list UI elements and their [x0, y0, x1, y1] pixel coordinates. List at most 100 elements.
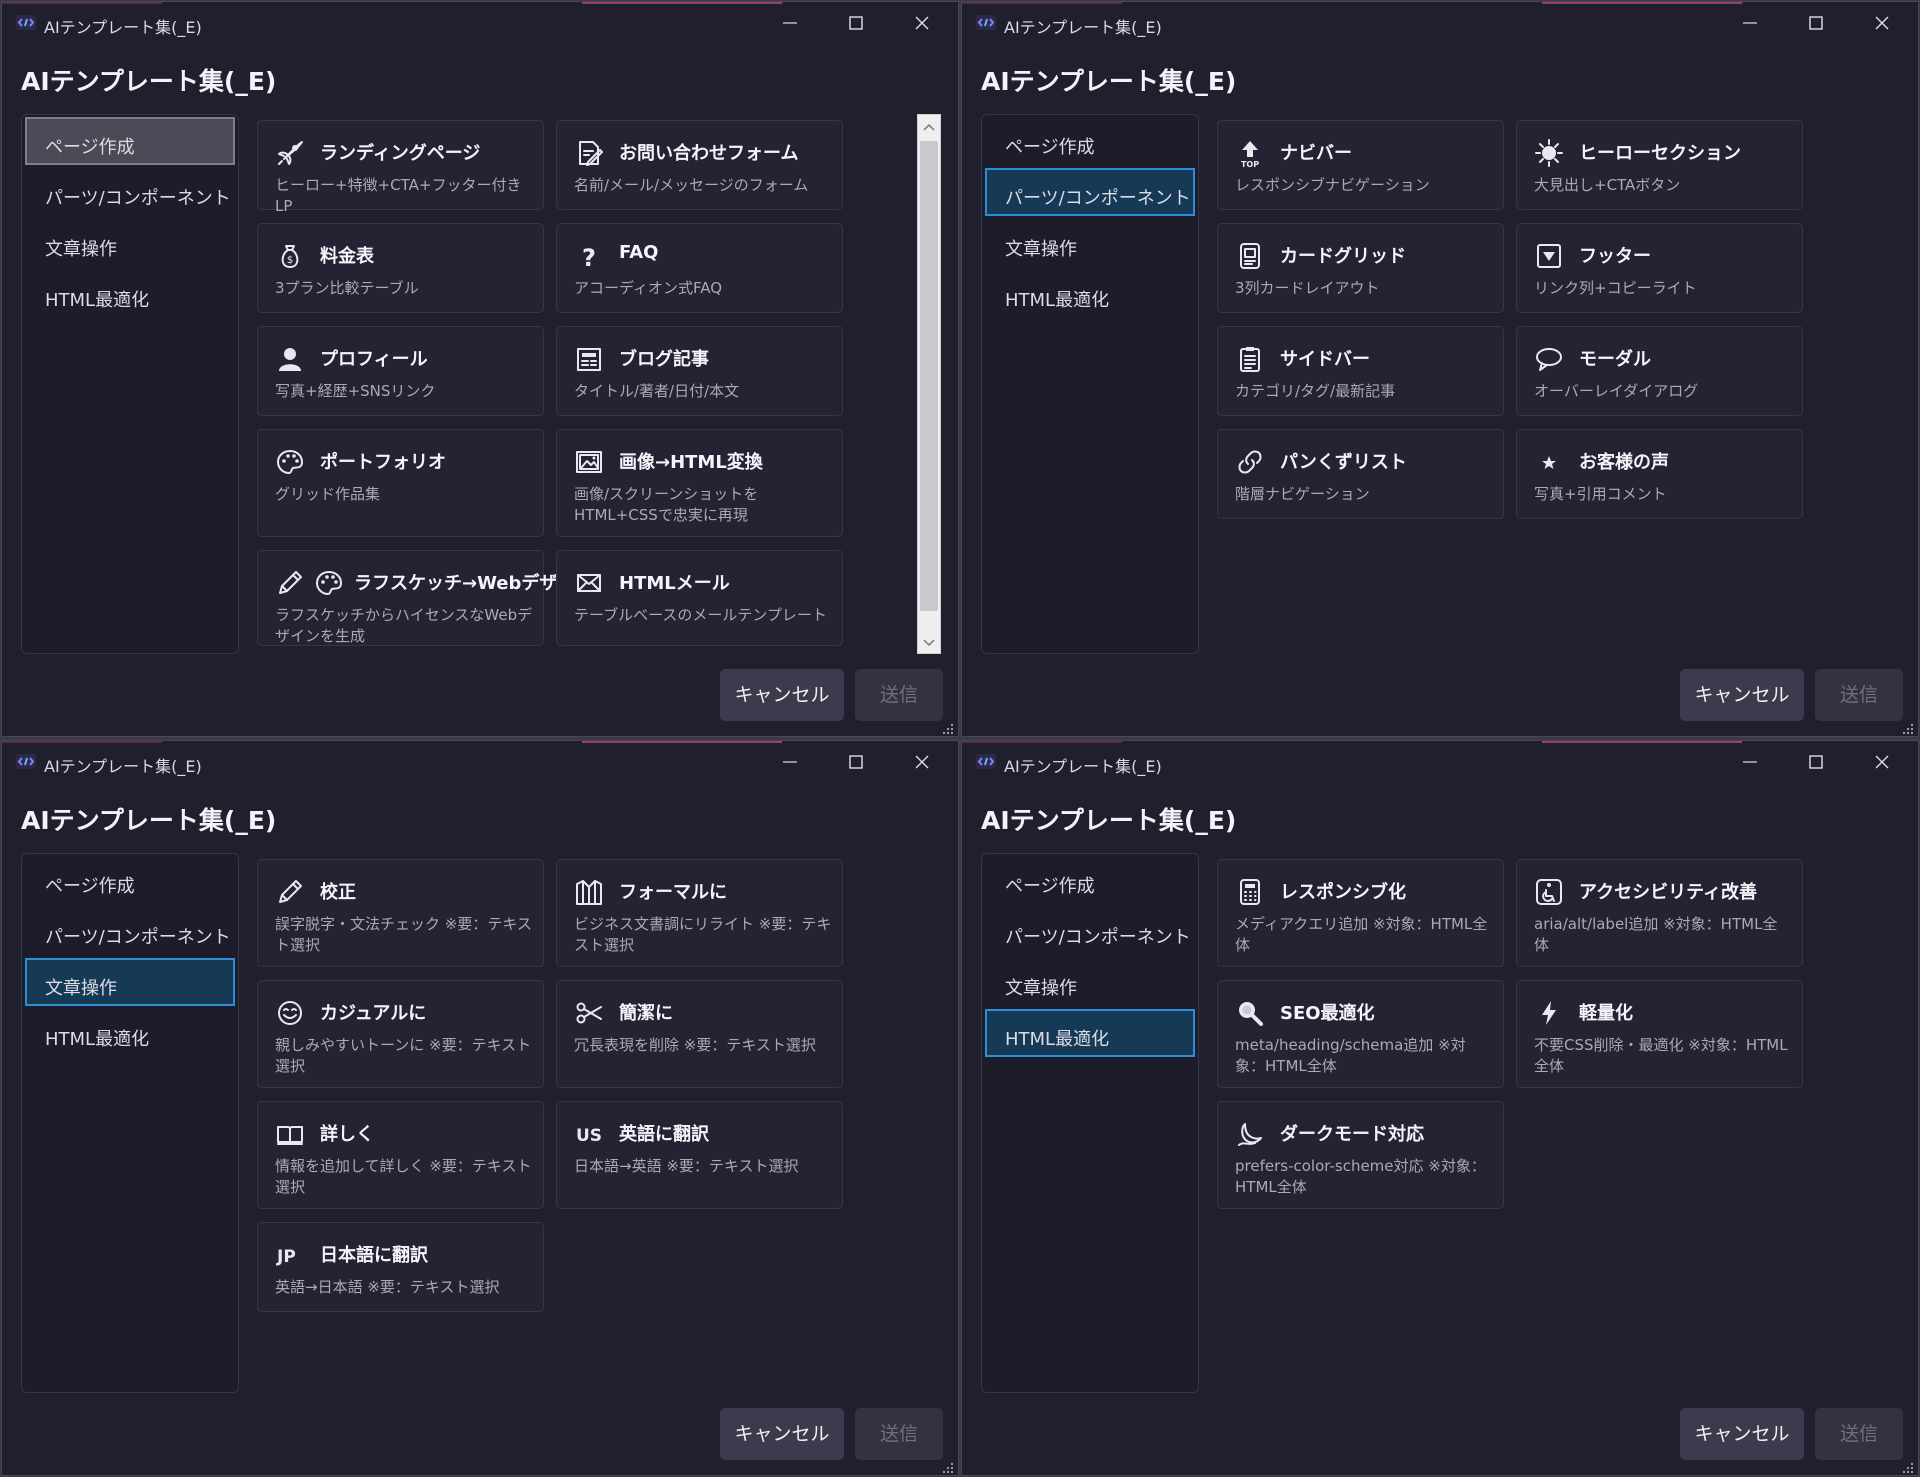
minimize-button[interactable]	[1722, 745, 1778, 779]
card-description: 不要CSS削除・最適化 ※対象：HTML全体	[1534, 1036, 1788, 1075]
sidebar-item-2[interactable]: 文章操作	[25, 219, 235, 267]
template-card[interactable]: US 英語に翻訳 日本語→英語 ※要：テキスト選択	[556, 1101, 843, 1209]
card-title: ダークモード対応	[1280, 1124, 1424, 1145]
template-card[interactable]: 校正 誤字脱字・文法チェック ※要：テキスト選択	[257, 859, 544, 967]
speech-bubble-icon	[1534, 344, 1564, 374]
vertical-scrollbar[interactable]	[917, 114, 941, 654]
maximize-button[interactable]	[828, 6, 884, 40]
sidebar-item-3[interactable]: HTML最適化	[985, 1009, 1195, 1057]
template-card[interactable]: $ 料金表 3プラン比較テーブル	[257, 223, 544, 313]
maximize-button[interactable]	[1788, 6, 1844, 40]
close-button[interactable]	[894, 745, 950, 779]
sidebar-item-1[interactable]: パーツ/コンポーネント	[985, 907, 1195, 955]
title-bar[interactable]: AIテンプレート集(_E)	[2, 741, 958, 783]
maximize-button[interactable]	[828, 745, 884, 779]
title-bar[interactable]: AIテンプレート集(_E)	[2, 2, 958, 44]
template-card[interactable]: ヒーローセクション 大見出し+CTAボタン	[1516, 120, 1803, 210]
card-title: プロフィール	[320, 349, 428, 370]
template-card[interactable]: 軽量化 不要CSS削除・最適化 ※対象：HTML全体	[1516, 980, 1803, 1088]
minimize-button[interactable]	[762, 6, 818, 40]
resize-grip-icon[interactable]	[1902, 1459, 1914, 1473]
template-card[interactable]: ランディングページ ヒーロー+特徴+CTA+フッター付きLP	[257, 120, 544, 215]
template-card[interactable]: 画像→HTML変換 画像/スクリーンショットをHTML+CSSで忠実に再現	[556, 429, 843, 537]
minimize-icon	[783, 22, 797, 24]
template-card[interactable]: JP 日本語に翻訳 英語→日本語 ※要：テキスト選択	[257, 1222, 544, 1312]
minimize-button[interactable]	[762, 745, 818, 779]
template-card[interactable]: フォーマルに ビジネス文書調にリライト ※要：テキスト選択	[556, 859, 843, 967]
card-description: ヒーロー+特徴+CTA+フッター付きLP	[275, 176, 522, 215]
sidebar-item-0[interactable]: ページ作成	[985, 117, 1195, 165]
resize-grip-icon[interactable]	[1902, 720, 1914, 734]
template-card[interactable]: TOP ナビバー レスポンシブナビゲーション	[1217, 120, 1504, 210]
sidebar-item-1[interactable]: パーツ/コンポーネント	[985, 168, 1195, 216]
send-button[interactable]: 送信	[855, 669, 943, 721]
card-title: ブログ記事	[619, 349, 709, 370]
template-card[interactable]: ブログ記事タイトル/著者/日付/本文	[556, 326, 843, 416]
template-card[interactable]: 簡潔に 冗長表現を削除 ※要：テキスト選択	[556, 980, 843, 1088]
sidebar-item-2[interactable]: 文章操作	[25, 958, 235, 1006]
template-card[interactable]: 詳しく 情報を追加して詳しく ※要：テキスト選択	[257, 1101, 544, 1209]
template-card[interactable]: カードグリッド 3列カードレイアウト	[1217, 223, 1504, 313]
sidebar-item-0[interactable]: ページ作成	[25, 117, 235, 165]
template-card[interactable]: ポートフォリオ グリッド作品集	[257, 429, 544, 537]
template-card[interactable]: HTMLメール テーブルベースのメールテンプレート	[556, 550, 843, 646]
close-button[interactable]	[1854, 745, 1910, 779]
card-title: フッター	[1579, 246, 1651, 267]
card-title: モーダル	[1579, 349, 1651, 370]
template-card[interactable]: SEO最適化 meta/heading/schema追加 ※対象：HTML全体	[1217, 980, 1504, 1088]
cancel-button[interactable]: キャンセル	[1680, 1408, 1804, 1460]
template-card[interactable]: パンくずリスト 階層ナビゲーション	[1217, 429, 1504, 519]
card-description: タイトル/著者/日付/本文	[574, 382, 740, 400]
maximize-button[interactable]	[1788, 745, 1844, 779]
sidebar-item-3[interactable]: HTML最適化	[25, 1009, 235, 1057]
title-bar[interactable]: AIテンプレート集(_E)	[962, 2, 1918, 44]
template-card[interactable]: モーダル オーバーレイダイアログ	[1516, 326, 1803, 416]
sidebar-item-3[interactable]: HTML最適化	[985, 270, 1195, 318]
card-description: meta/heading/schema追加 ※対象：HTML全体	[1235, 1036, 1466, 1075]
dialog-title: AIテンプレート集(_E)	[981, 67, 1237, 96]
card-description: アコーディオン式FAQ	[574, 279, 723, 297]
sidebar-item-1[interactable]: パーツ/コンポーネント	[25, 168, 235, 216]
scroll-thumb[interactable]	[920, 141, 938, 611]
template-card[interactable]: ラフスケッチ→Webデザ ラフスケッチからハイセンスなWebデザインを生成	[257, 550, 557, 646]
sidebar-item-2[interactable]: 文章操作	[985, 219, 1195, 267]
sidebar-item-0[interactable]: ページ作成	[985, 856, 1195, 904]
template-card[interactable]: プロフィール 写真+経歴+SNSリンク	[257, 326, 544, 416]
icon-label: US	[576, 1126, 603, 1146]
resize-grip-icon[interactable]	[942, 1459, 954, 1473]
card-description: 大見出し+CTAボタン	[1534, 176, 1681, 194]
resize-grip-icon[interactable]	[942, 720, 954, 734]
cancel-button[interactable]: キャンセル	[720, 1408, 844, 1460]
send-button[interactable]: 送信	[1815, 669, 1903, 721]
close-button[interactable]	[1854, 6, 1910, 40]
title-bar[interactable]: AIテンプレート集(_E)	[962, 741, 1918, 783]
template-card[interactable]: カジュアルに 親しみやすいトーンに ※要：テキスト選択	[257, 980, 544, 1088]
dialog-title: AIテンプレート集(_E)	[21, 67, 277, 96]
cancel-button[interactable]: キャンセル	[1680, 669, 1804, 721]
minimize-button[interactable]	[1722, 6, 1778, 40]
sidebar-item-0[interactable]: ページ作成	[25, 856, 235, 904]
sidebar-item-3[interactable]: HTML最適化	[25, 270, 235, 318]
template-card[interactable]: ダークモード対応 prefers-color-scheme対応 ※対象：HTML全…	[1217, 1101, 1504, 1209]
send-button[interactable]: 送信	[855, 1408, 943, 1460]
scroll-up-icon[interactable]	[922, 120, 936, 134]
template-card[interactable]: お問い合わせフォーム 名前/メール/メッセージのフォーム	[556, 120, 843, 210]
template-card[interactable]: サイドバー カテゴリ/タグ/最新記事	[1217, 326, 1504, 416]
category-sidebar: ページ作成 パーツ/コンポーネント 文章操作 HTML最適化	[981, 853, 1199, 1393]
template-card[interactable]: レスポンシブ化 メディアクエリ追加 ※対象：HTML全体	[1217, 859, 1504, 967]
template-card[interactable]: ? FAQ アコーディオン式FAQ	[556, 223, 843, 313]
sidebar-item-1[interactable]: パーツ/コンポーネント	[25, 907, 235, 955]
down-box-icon	[1534, 241, 1564, 271]
minimize-icon	[1743, 761, 1757, 763]
maximize-icon	[1809, 755, 1823, 769]
template-card[interactable]: フッター リンク列+コピーライト	[1516, 223, 1803, 313]
cancel-button[interactable]: キャンセル	[720, 669, 844, 721]
close-button[interactable]	[894, 6, 950, 40]
scroll-down-icon[interactable]	[922, 634, 936, 648]
sidebar-item-2[interactable]: 文章操作	[985, 958, 1195, 1006]
template-card[interactable]: お客様の声 写真+引用コメント	[1516, 429, 1803, 519]
dialog-window-1: AIテンプレート集(_E) AIテンプレート集(_E) ページ作成 パーツ/コンポーネ…	[961, 1, 1919, 737]
card-description: ビジネス文書調にリライト ※要：テキスト選択	[574, 915, 832, 954]
send-button[interactable]: 送信	[1815, 1408, 1903, 1460]
template-card[interactable]: アクセシビリティ改善 aria/alt/label追加 ※対象：HTML全体	[1516, 859, 1803, 967]
